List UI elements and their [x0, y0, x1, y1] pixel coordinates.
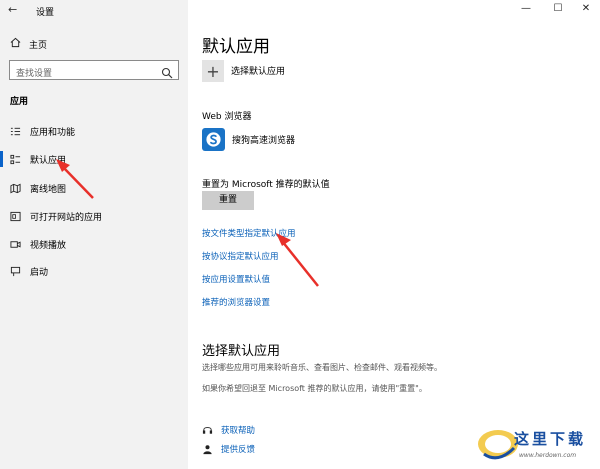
search-icon[interactable] — [161, 64, 173, 79]
website-apps-icon — [9, 210, 21, 222]
help-icon — [202, 425, 213, 436]
get-help-label: 获取帮助 — [221, 426, 256, 436]
section2-desc: 选择哪些应用可用来聆听音乐、查看图片、检查邮件、观看视频等。 — [202, 363, 442, 372]
link-by-file-type[interactable]: 按文件类型指定默认应用 — [202, 227, 296, 239]
feedback-link[interactable]: 提供反馈 — [202, 443, 255, 455]
sidebar-item-startup[interactable]: 启动 — [0, 258, 188, 284]
sidebar-item-default-apps[interactable]: 默认应用 — [0, 146, 188, 172]
sidebar-item-website-apps[interactable]: 可打开网站的应用 — [0, 203, 188, 229]
plus-icon: + — [206, 61, 220, 81]
offline-map-icon — [9, 182, 21, 194]
sidebar-item-offline-maps[interactable]: 离线地图 — [0, 175, 188, 201]
reset-heading: 重置为 Microsoft 推荐的默认值 — [202, 180, 330, 190]
back-button[interactable]: ← — [8, 3, 24, 17]
minimize-button[interactable]: — — [514, 2, 538, 16]
home-nav-item[interactable]: 主页 — [10, 37, 47, 51]
startup-icon — [9, 265, 21, 277]
link-browser-settings[interactable]: 推荐的浏览器设置 — [202, 296, 270, 308]
reset-button[interactable]: 重置 — [202, 191, 254, 210]
watermark-text: 这里下载 — [514, 430, 587, 448]
browser-app-button[interactable] — [202, 128, 225, 151]
sidebar-item-label: 视频播放 — [30, 240, 67, 251]
sidebar-item-label: 启动 — [30, 267, 49, 278]
sidebar-item-label: 默认应用 — [30, 155, 67, 166]
section-label: 应用 — [10, 97, 29, 107]
search-input[interactable] — [10, 65, 155, 83]
apps-list-icon — [9, 125, 21, 137]
default-apps-icon — [9, 153, 21, 165]
page-title: 默认应用 — [202, 37, 270, 57]
choose-default-app-label[interactable]: 选择默认应用 — [231, 64, 285, 77]
sidebar: ← 设置 主页 应用 应用和功能 默认应用 离线地图 可打 — [0, 0, 188, 469]
feedback-label: 提供反馈 — [221, 445, 256, 455]
arrow-to-file-type-link — [276, 233, 319, 287]
window-title: 设置 — [36, 8, 55, 18]
sidebar-item-label: 应用和功能 — [30, 127, 76, 138]
maximize-button[interactable]: ☐ — [546, 2, 570, 16]
search-box[interactable] — [9, 60, 179, 83]
home-label: 主页 — [29, 40, 48, 51]
get-help-link[interactable]: 获取帮助 — [202, 424, 255, 436]
sidebar-item-label: 可打开网站的应用 — [30, 212, 103, 223]
choose-default-app-button[interactable]: + — [202, 60, 224, 82]
link-by-app[interactable]: 按应用设置默认值 — [202, 273, 270, 285]
sogou-browser-icon — [206, 132, 221, 147]
sidebar-item-apps-features[interactable]: 应用和功能 — [0, 118, 188, 144]
feedback-icon — [202, 444, 213, 455]
link-by-protocol[interactable]: 按协议指定默认应用 — [202, 250, 279, 262]
close-button[interactable]: ✕ — [574, 2, 598, 16]
sidebar-item-video-playback[interactable]: 视频播放 — [0, 231, 188, 257]
section2-title: 选择默认应用 — [202, 344, 281, 359]
home-icon — [10, 37, 21, 51]
web-browser-heading: Web 浏览器 — [202, 112, 252, 122]
video-playback-icon — [9, 238, 21, 250]
browser-app-label[interactable]: 搜狗高速浏览器 — [232, 133, 295, 146]
sidebar-item-label: 离线地图 — [30, 184, 67, 195]
watermark-url: www.herdown.com — [519, 452, 577, 459]
section2-reset-hint: 如果你希望回退至 Microsoft 推荐的默认应用，请使用"重置"。 — [202, 384, 427, 393]
